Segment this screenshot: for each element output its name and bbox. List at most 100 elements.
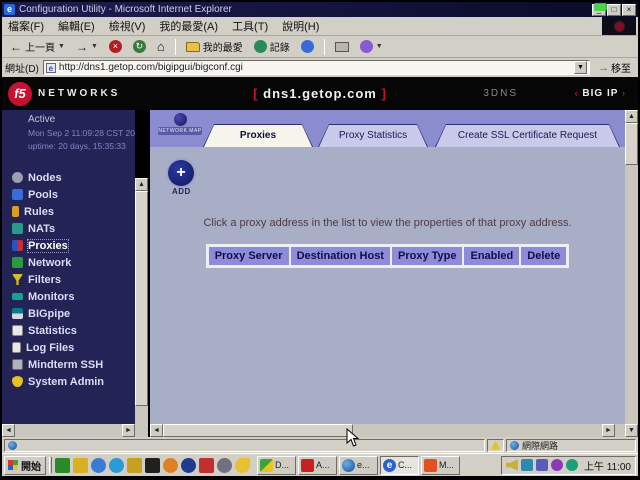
scrollbar-thumb[interactable] bbox=[163, 424, 353, 437]
task-window-button-2[interactable]: A... bbox=[298, 456, 337, 475]
mail-button[interactable] bbox=[297, 39, 318, 54]
quicklaunch-icon-11[interactable] bbox=[235, 458, 250, 473]
refresh-button[interactable]: ↻ bbox=[129, 39, 150, 54]
scroll-right-icon[interactable]: ► bbox=[122, 424, 135, 437]
scroll-up-icon[interactable]: ▲ bbox=[135, 178, 148, 191]
stop-button[interactable]: × bbox=[105, 39, 126, 54]
task-window-button-1[interactable]: D... bbox=[257, 456, 296, 475]
sidebar-item-system-admin[interactable]: System Admin bbox=[2, 373, 135, 390]
close-button[interactable]: × bbox=[622, 4, 636, 16]
menu-favorites[interactable]: 我的最愛(A) bbox=[159, 18, 218, 34]
tray-icon-4[interactable] bbox=[551, 459, 563, 471]
sidebar-item-monitors[interactable]: Monitors bbox=[2, 288, 135, 305]
display-icon[interactable] bbox=[536, 459, 548, 471]
content-horizontal-scrollbar[interactable]: ◄ ► bbox=[150, 424, 615, 437]
instruction-text: Click a proxy address in the list to vie… bbox=[150, 217, 625, 229]
favorites-label: 我的最愛 bbox=[203, 39, 243, 54]
nats-icon bbox=[12, 223, 23, 234]
proxy-table-header-row: Proxy Server Destination Host Proxy Type… bbox=[206, 244, 570, 268]
menu-help[interactable]: 說明(H) bbox=[282, 18, 319, 34]
scroll-left-icon[interactable]: ◄ bbox=[150, 424, 163, 437]
tray-icon-2[interactable] bbox=[521, 459, 533, 471]
status-warning-pane bbox=[487, 439, 504, 452]
go-button[interactable]: → 移至 bbox=[594, 60, 635, 75]
address-input[interactable]: e http://dns1.getop.com/bigipgui/bigconf… bbox=[43, 60, 590, 75]
quicklaunch-icon-7[interactable] bbox=[163, 458, 178, 473]
tab-proxies[interactable]: Proxies bbox=[203, 124, 313, 147]
volume-icon[interactable] bbox=[506, 459, 518, 471]
quicklaunch-icon-4[interactable] bbox=[109, 458, 124, 473]
taskbar-clock: 上午 11:00 bbox=[581, 458, 631, 473]
menu-edit[interactable]: 編輯(E) bbox=[58, 18, 95, 34]
scrollbar-thumb[interactable] bbox=[135, 191, 148, 406]
scroll-left-icon[interactable]: ◄ bbox=[2, 424, 15, 437]
tray-icon-5[interactable] bbox=[566, 459, 578, 471]
restore-button[interactable]: □ bbox=[607, 4, 621, 16]
favorites-button[interactable]: 我的最愛 bbox=[182, 38, 247, 55]
edit-dropdown-icon[interactable]: ▼ bbox=[376, 43, 383, 50]
menu-bar: 檔案(F) 編輯(E) 檢視(V) 我的最愛(A) 工具(T) 說明(H) bbox=[2, 17, 638, 36]
column-enabled: Enabled bbox=[463, 246, 520, 266]
sidebar-item-bigpipe[interactable]: BIGpipe bbox=[2, 305, 135, 322]
sidebar-item-nodes[interactable]: Nodes bbox=[2, 169, 135, 186]
menu-tools[interactable]: 工具(T) bbox=[232, 18, 268, 34]
sidebar-item-nats[interactable]: NATs bbox=[2, 220, 135, 237]
scroll-up-icon[interactable]: ▲ bbox=[625, 110, 638, 123]
quicklaunch-icon-2[interactable] bbox=[73, 458, 88, 473]
bracket-right: ] bbox=[381, 86, 386, 101]
quicklaunch-icon-9[interactable] bbox=[199, 458, 214, 473]
content-vertical-scrollbar[interactable]: ▲ ▼ bbox=[625, 110, 638, 437]
sidebar-item-proxies[interactable]: Proxies bbox=[2, 237, 135, 254]
scrollbar-thumb[interactable] bbox=[625, 123, 638, 165]
quicklaunch-icon-5[interactable] bbox=[127, 458, 142, 473]
tab-proxy-statistics[interactable]: Proxy Statistics bbox=[318, 124, 428, 147]
back-dropdown-icon[interactable]: ▼ bbox=[58, 43, 65, 50]
ie-throbber bbox=[602, 17, 636, 35]
menu-file[interactable]: 檔案(F) bbox=[8, 18, 44, 34]
task-window-button-5[interactable]: M... bbox=[421, 456, 460, 475]
warning-icon bbox=[491, 441, 500, 450]
history-button[interactable]: 記錄 bbox=[250, 38, 294, 55]
statistics-icon bbox=[12, 325, 23, 336]
start-label: 開始 bbox=[21, 458, 41, 473]
task-window-button-3[interactable]: e... bbox=[339, 456, 378, 475]
sidebar-item-pools[interactable]: Pools bbox=[2, 186, 135, 203]
sidebar-item-rules[interactable]: Rules bbox=[2, 203, 135, 220]
quicklaunch-icon-6[interactable] bbox=[145, 458, 160, 473]
sidebar-item-filters[interactable]: Filters bbox=[2, 271, 135, 288]
tab-create-ssl-certificate-request[interactable]: Create SSL Certificate Request bbox=[435, 124, 620, 147]
edit-icon bbox=[360, 40, 373, 53]
sidebar-horizontal-scrollbar[interactable]: ◄ ► bbox=[2, 424, 135, 437]
forward-button[interactable]: → ▼ bbox=[72, 40, 102, 54]
sidebar-item-mindterm-ssh[interactable]: Mindterm SSH bbox=[2, 356, 135, 373]
app-icon bbox=[424, 459, 437, 472]
sidebar-item-network[interactable]: Network bbox=[2, 254, 135, 271]
sidebar-item-statistics[interactable]: Statistics bbox=[2, 322, 135, 339]
quicklaunch-icon-1[interactable] bbox=[55, 458, 70, 473]
nodes-icon bbox=[12, 172, 23, 183]
edit-button[interactable]: ▼ bbox=[356, 39, 387, 54]
network-map-button[interactable]: NETWORK MAP bbox=[158, 113, 202, 135]
sidebar: Active Mon Sep 2 11:09:28 CST 2002 uptim… bbox=[2, 110, 135, 437]
quicklaunch-icon-3[interactable] bbox=[91, 458, 106, 473]
sidebar-item-log-files[interactable]: Log Files bbox=[2, 339, 135, 356]
add-proxy-button[interactable]: + bbox=[168, 160, 194, 186]
print-button[interactable] bbox=[331, 41, 353, 53]
home-button[interactable]: ⌂ bbox=[153, 40, 169, 54]
status-state: Active bbox=[28, 114, 135, 125]
zone-label: 網際網路 bbox=[522, 439, 558, 452]
menu-view[interactable]: 檢視(V) bbox=[109, 18, 146, 34]
task-window-button-4-active[interactable]: eC... bbox=[380, 456, 419, 475]
address-dropdown-icon[interactable]: ▼ bbox=[574, 61, 587, 74]
start-button[interactable]: 開始 bbox=[4, 456, 46, 475]
ie-window-icon: e bbox=[4, 4, 15, 15]
url-text[interactable]: http://dns1.getop.com/bigipgui/bigconf.c… bbox=[59, 62, 571, 73]
monitors-icon bbox=[12, 293, 23, 300]
quicklaunch-icon-8[interactable] bbox=[181, 458, 196, 473]
back-button[interactable]: ← 上一頁 ▼ bbox=[6, 38, 69, 55]
quicklaunch-icon-10[interactable] bbox=[217, 458, 232, 473]
scroll-down-icon[interactable]: ▼ bbox=[625, 424, 638, 437]
scroll-right-icon[interactable]: ► bbox=[602, 424, 615, 437]
sidebar-vertical-scrollbar[interactable]: ▲ ▼ bbox=[135, 178, 148, 437]
forward-dropdown-icon[interactable]: ▼ bbox=[91, 43, 98, 50]
